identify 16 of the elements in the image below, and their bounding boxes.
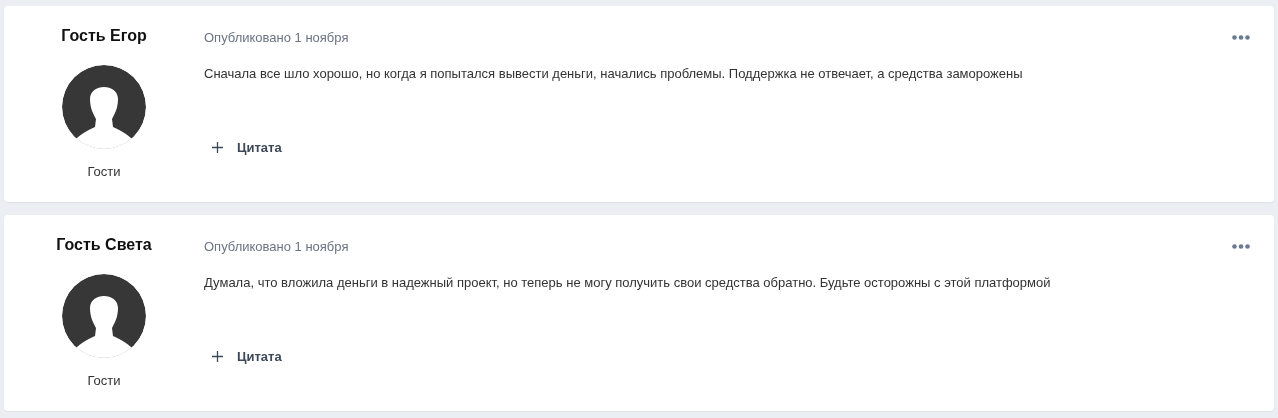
post-text: Сначала все шло хорошо, но когда я попытался вывести деньги, начались проблемы. Поддержка не отвечает, а средства заморожены [204,66,1024,83]
author-name[interactable]: Гость Егор [61,27,147,47]
avatar-icon [62,274,146,358]
user-group: Гости [87,373,121,388]
avatar-icon [62,65,146,149]
post-text: Думала, что вложила деньги в надежный проект, но теперь не могу получить свои средства обратно. Будьте осторожны с этой платформой [204,275,1052,292]
more-icon[interactable] [1232,244,1250,249]
post-date: Опубликовано 1 ноября [204,30,349,45]
plus-icon [212,351,223,362]
quote-button[interactable]: Цитата [204,140,282,155]
user-group: Гости [87,164,121,179]
post-date: Опубликовано 1 ноября [204,239,349,254]
quote-button[interactable]: Цитата [204,349,282,364]
more-icon[interactable] [1232,35,1250,40]
plus-icon [212,142,223,153]
author-name[interactable]: Гость Света [56,236,152,256]
